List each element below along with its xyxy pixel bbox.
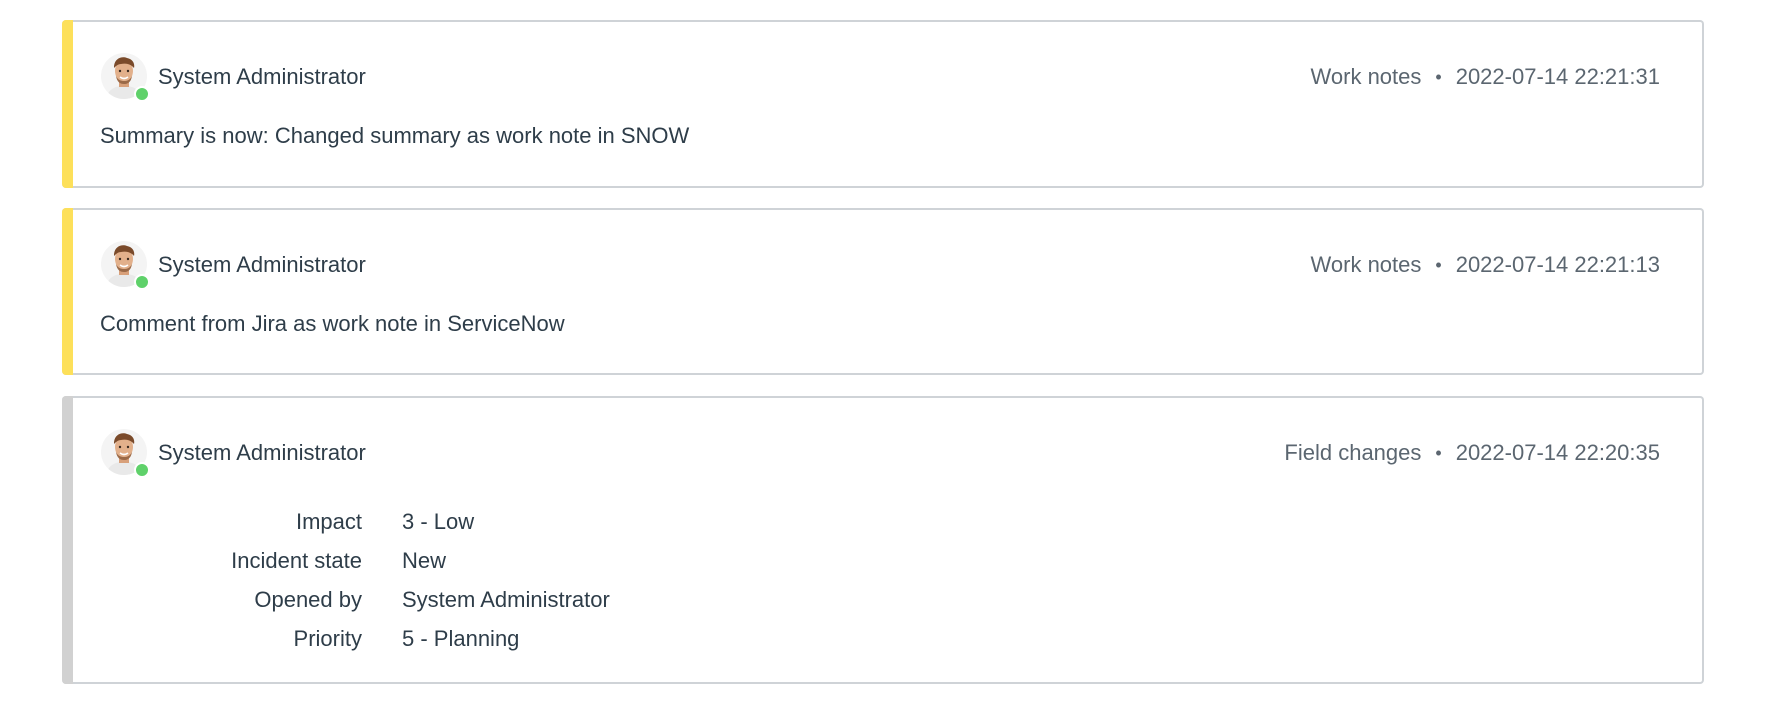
separator-dot: • [1435,67,1442,87]
entry-timestamp: 2022-07-14 22:20:35 [1455,440,1660,465]
work-note-text: Comment from Jira as work note in Servic… [100,311,565,336]
field-change-value: New [402,548,447,573]
entry-meta: Field changes • 2022-07-14 22:20:35 [1284,440,1660,466]
user-avatar-icon[interactable] [100,428,150,478]
field-change-row: Incident state New [100,541,610,580]
user-avatar-icon[interactable] [100,52,150,102]
presence-online-icon [134,274,150,290]
author-name[interactable]: System Administrator [158,64,366,90]
work-note-text: Summary is now: Changed summary as work … [100,123,690,148]
field-changes-list: Impact 3 - Low Incident state New Opened… [100,502,610,658]
activity-entry-field-changes: System Administrator Field changes • 2022-… [62,396,1704,684]
separator-dot: • [1435,255,1442,275]
field-change-label: Impact [295,509,362,534]
author-name[interactable]: System Administrator [158,440,366,466]
activity-entry-work-note: System Administrator Work notes • 2022-07-… [62,208,1704,375]
entry-meta: Work notes • 2022-07-14 22:21:31 [1311,64,1660,90]
field-change-row: Priority 5 - Planning [100,619,610,658]
field-change-stripe [62,396,73,684]
field-change-value: System Administrator [402,587,610,612]
entry-type: Work notes [1310,252,1422,277]
entry-type: Field changes [1284,440,1422,465]
work-note-stripe [62,20,73,188]
separator-dot: • [1435,443,1442,463]
user-avatar-icon[interactable] [100,240,150,290]
entry-type: Work notes [1310,64,1422,89]
entry-timestamp: 2022-07-14 22:21:13 [1455,252,1660,277]
field-change-row: Impact 3 - Low [100,502,610,541]
presence-online-icon [134,86,150,102]
entry-timestamp: 2022-07-14 22:21:31 [1455,64,1660,89]
author-name[interactable]: System Administrator [158,252,366,278]
entry-header: System Administrator Field changes • 2022-… [100,428,1660,478]
presence-online-icon [134,462,150,478]
entry-header: System Administrator Work notes • 2022-07-… [100,240,1660,290]
entry-meta: Work notes • 2022-07-14 22:21:13 [1311,252,1660,278]
field-change-label: Priority [293,626,362,651]
field-change-label: Opened by [254,587,362,612]
work-note-stripe [62,208,73,375]
activity-entry-work-note: System Administrator Work notes • 2022-07-… [62,20,1704,188]
field-change-value: 3 - Low [402,509,475,534]
field-change-label: Incident state [231,548,362,573]
entry-header: System Administrator Work notes • 2022-07-… [100,52,1660,102]
field-change-value: 5 - Planning [402,626,520,651]
field-change-row: Opened by System Administrator [100,580,610,619]
